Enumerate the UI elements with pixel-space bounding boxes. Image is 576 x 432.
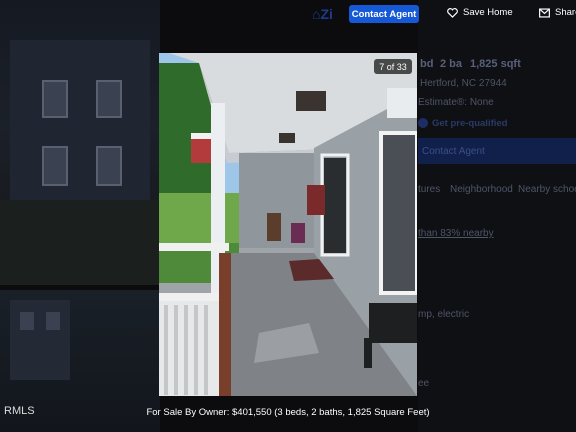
- porch-photo-illustration: [159, 53, 417, 396]
- heating-text: mp, electric: [418, 309, 470, 320]
- house-window: [46, 312, 60, 330]
- baths-value: 2 ba: [440, 58, 463, 70]
- sqft-value: 1,825 sqft: [470, 58, 521, 70]
- beds-value: bd: [420, 58, 434, 70]
- logo-text: Zi: [320, 6, 333, 22]
- house-window: [42, 146, 68, 186]
- house-window: [42, 80, 68, 118]
- address-text: Hertford, NC 27944: [420, 78, 507, 89]
- tab-features[interactable]: tures: [418, 184, 440, 195]
- prequal-link[interactable]: Get pre-qualified: [432, 118, 507, 129]
- zestimate-text: Estimate®: None: [418, 97, 494, 108]
- background-contact-agent-label: Contact Agent: [422, 146, 485, 157]
- background-listing-photo: [0, 0, 160, 285]
- house-window: [96, 146, 122, 186]
- yard: [0, 200, 160, 285]
- house-window: [96, 80, 122, 118]
- house-thumb: [10, 300, 70, 380]
- house-window: [20, 312, 34, 330]
- dollar-icon: [418, 118, 428, 128]
- save-home-button[interactable]: Save Home: [447, 7, 513, 18]
- contact-agent-button[interactable]: Contact Agent: [349, 5, 419, 23]
- fee-text: ee: [418, 378, 430, 389]
- photo-counter: 7 of 33: [374, 59, 412, 74]
- photo-caption: For Sale By Owner: $401,550 (3 beds, 2 b…: [146, 407, 430, 418]
- tab-nearby-schools[interactable]: Nearby schoo: [518, 184, 576, 195]
- background-contact-agent-button[interactable]: Contact Agent: [418, 138, 576, 164]
- envelope-icon: [539, 7, 550, 18]
- save-home-label: Save Home: [463, 7, 513, 18]
- share-label: Share: [555, 7, 576, 18]
- heart-icon: [447, 7, 458, 18]
- nearby-comparison[interactable]: than 83% nearby: [418, 228, 494, 239]
- share-button[interactable]: Share: [539, 7, 576, 18]
- house-facade: [10, 40, 150, 200]
- gallery-photo[interactable]: [159, 53, 417, 396]
- zillow-logo[interactable]: ⌂Zi: [312, 6, 333, 22]
- photo-source-label: RMLS: [4, 405, 35, 417]
- tab-neighborhood[interactable]: Neighborhood: [450, 184, 513, 195]
